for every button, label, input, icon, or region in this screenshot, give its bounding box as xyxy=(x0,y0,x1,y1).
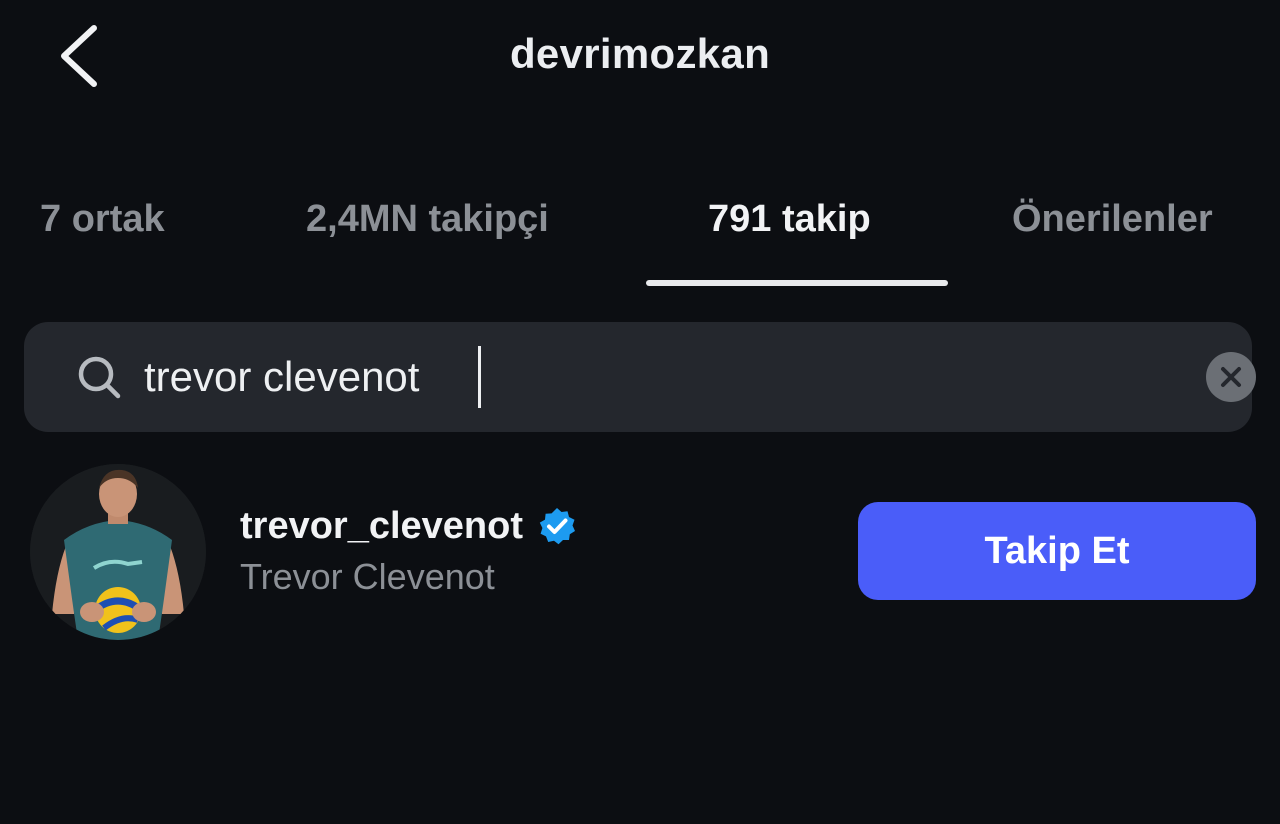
avatar[interactable] xyxy=(30,464,206,640)
search-input[interactable] xyxy=(144,348,1164,406)
follow-button[interactable]: Takip Et xyxy=(858,502,1256,600)
search-result-item[interactable]: trevor_clevenot Trevor Clevenot Takip Et xyxy=(0,452,1280,652)
clear-icon xyxy=(1221,367,1241,387)
tab-bar: 7 ortak 2,4MN takipçi 791 takip Önerilen… xyxy=(0,180,1280,290)
username[interactable]: trevor_clevenot xyxy=(240,505,523,548)
screen: devrimozkan 7 ortak 2,4MN takipçi 791 ta… xyxy=(0,0,1280,824)
search-bar[interactable] xyxy=(24,322,1256,432)
tab-followers[interactable]: 2,4MN takipçi xyxy=(306,198,549,241)
header: devrimozkan xyxy=(0,0,1280,110)
verified-badge-icon xyxy=(539,508,576,545)
page-title: devrimozkan xyxy=(509,30,771,77)
search-icon xyxy=(78,356,121,399)
full-name: Trevor Clevenot xyxy=(240,556,495,597)
tab-mutual[interactable]: 7 ortak xyxy=(40,198,165,241)
active-tab-indicator xyxy=(646,280,948,286)
clear-search-button[interactable] xyxy=(1206,352,1256,402)
username-line: trevor_clevenot xyxy=(240,502,577,550)
tab-following[interactable]: 791 takip xyxy=(708,198,871,241)
tab-suggested[interactable]: Önerilenler xyxy=(1012,198,1213,241)
text-cursor xyxy=(478,346,481,408)
profile-photo xyxy=(30,464,206,640)
